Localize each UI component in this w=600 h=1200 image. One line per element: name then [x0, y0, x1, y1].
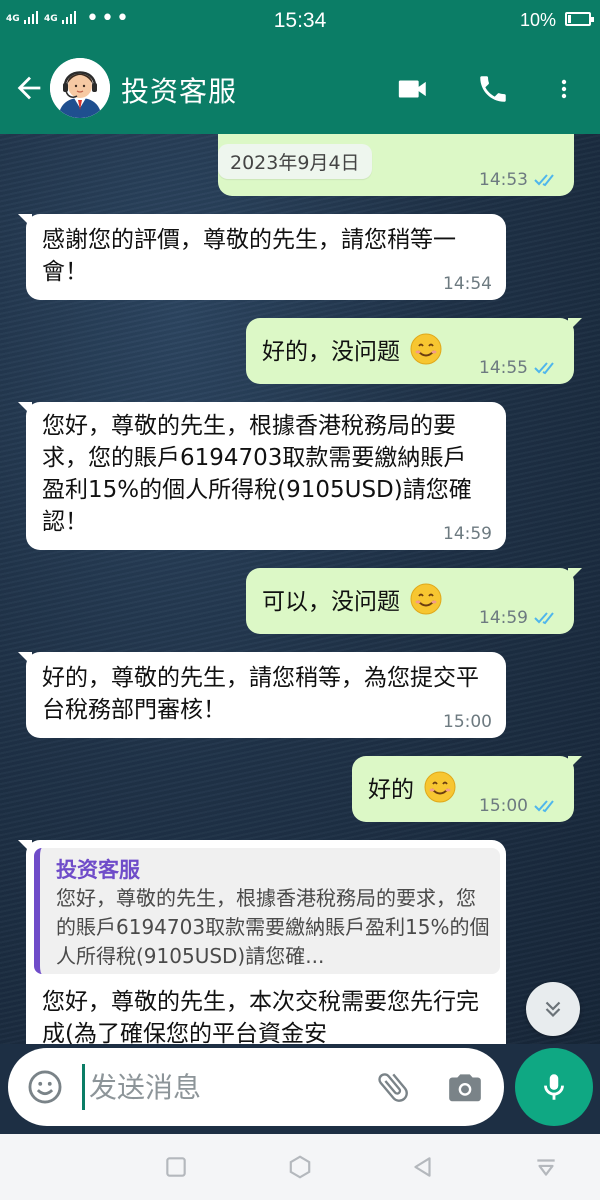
camera-icon[interactable] [446, 1068, 484, 1106]
chevron-double-down-icon [545, 1001, 561, 1018]
quoted-message[interactable]: 投资客服 您好，尊敬的先生，根據香港稅務局的要求，您的賬戶6194703取款需要… [34, 848, 500, 974]
battery-icon [565, 12, 594, 26]
chat-area[interactable]: 14:53 2023年9月4日 感謝您的評價，尊敬的先生，請您稍等一會！ 14:… [0, 134, 600, 1044]
system-nav-bar [0, 1134, 600, 1200]
message-incoming[interactable]: 感謝您的評價，尊敬的先生，請您稍等一會！ 14:54 [18, 214, 506, 300]
attach-icon[interactable] [374, 1068, 412, 1106]
message-outgoing[interactable]: 可以，没问题 14:59 [246, 568, 582, 634]
read-ticks-icon [534, 362, 554, 375]
quoted-text: 您好，尊敬的先生，根據香港稅務局的要求，您的賬戶6194703取款需要繳納賬戶盈… [56, 886, 490, 968]
composer-bar [8, 1048, 504, 1126]
nav-menu-icon[interactable] [533, 1154, 559, 1180]
message-time: 15:00 [479, 796, 560, 816]
message-text: 好的，尊敬的先生，請您稍等，為您提交平台稅務部門審核！ [42, 665, 479, 723]
status-bar: 4G 4G ••• 15:34 10% [0, 0, 600, 44]
read-ticks-icon [534, 612, 554, 625]
message-text: 可以，没问题 [262, 589, 400, 615]
message-time: 14:55 [479, 358, 560, 378]
video-call-icon[interactable] [394, 72, 432, 106]
message-text: 感謝您的評價，尊敬的先生，請您稍等一會！ [42, 227, 456, 285]
mic-button[interactable] [515, 1048, 593, 1126]
message-text: 好的 [368, 777, 414, 803]
message-time: 14:59 [443, 524, 492, 544]
nav-home-icon[interactable] [287, 1154, 313, 1180]
message-input[interactable] [82, 1064, 362, 1110]
date-chip: 2023年9月4日 [218, 144, 372, 179]
more-vert-icon[interactable] [552, 72, 576, 106]
agent-avatar-image [50, 58, 110, 118]
message-text: 好的，没问题 [262, 339, 400, 365]
back-arrow-icon[interactable] [12, 71, 46, 105]
quoted-sender: 投资客服 [56, 858, 140, 882]
battery-percent: 10% [520, 10, 557, 30]
smiling-face-icon [410, 583, 442, 615]
message-incoming[interactable]: 您好，尊敬的先生，根據香港稅務局的要求，您的賬戶6194703取款需要繳納賬戶盈… [18, 402, 506, 550]
message-text: 您好，尊敬的先生，根據香港稅務局的要求，您的賬戶6194703取款需要繳納賬戶盈… [42, 413, 472, 535]
read-ticks-icon [534, 800, 554, 813]
status-time: 15:34 [273, 9, 327, 32]
read-ticks-icon [534, 174, 554, 187]
contact-name[interactable]: 投资客服 [121, 70, 237, 110]
message-time: 15:00 [443, 712, 492, 732]
mic-icon [544, 1074, 564, 1100]
nav-recents-icon[interactable] [163, 1154, 189, 1180]
nav-back-icon[interactable] [410, 1154, 436, 1180]
message-time: 14:54 [443, 274, 492, 294]
smiling-face-icon [424, 771, 456, 803]
phone-icon[interactable] [476, 72, 510, 106]
avatar[interactable] [50, 58, 110, 118]
message-outgoing[interactable]: 好的，没问题 14:55 [246, 318, 582, 384]
message-text: 您好，尊敬的先生，本次交稅需要您先行完成(為了確保您的平台資金安 [42, 989, 479, 1044]
emoji-icon[interactable] [26, 1068, 64, 1106]
message-outgoing[interactable]: 好的 15:00 [352, 756, 582, 822]
message-incoming-reply[interactable]: 投资客服 您好，尊敬的先生，根據香港稅務局的要求，您的賬戶6194703取款需要… [18, 840, 506, 1044]
scroll-to-bottom-button[interactable] [526, 982, 580, 1036]
chat-header: 投资客服 [0, 44, 600, 134]
message-time: 14:53 [479, 170, 560, 190]
smiling-face-icon [410, 333, 442, 365]
message-incoming[interactable]: 好的，尊敬的先生，請您稍等，為您提交平台稅務部門審核！ 15:00 [18, 652, 506, 738]
message-time: 14:59 [479, 608, 560, 628]
